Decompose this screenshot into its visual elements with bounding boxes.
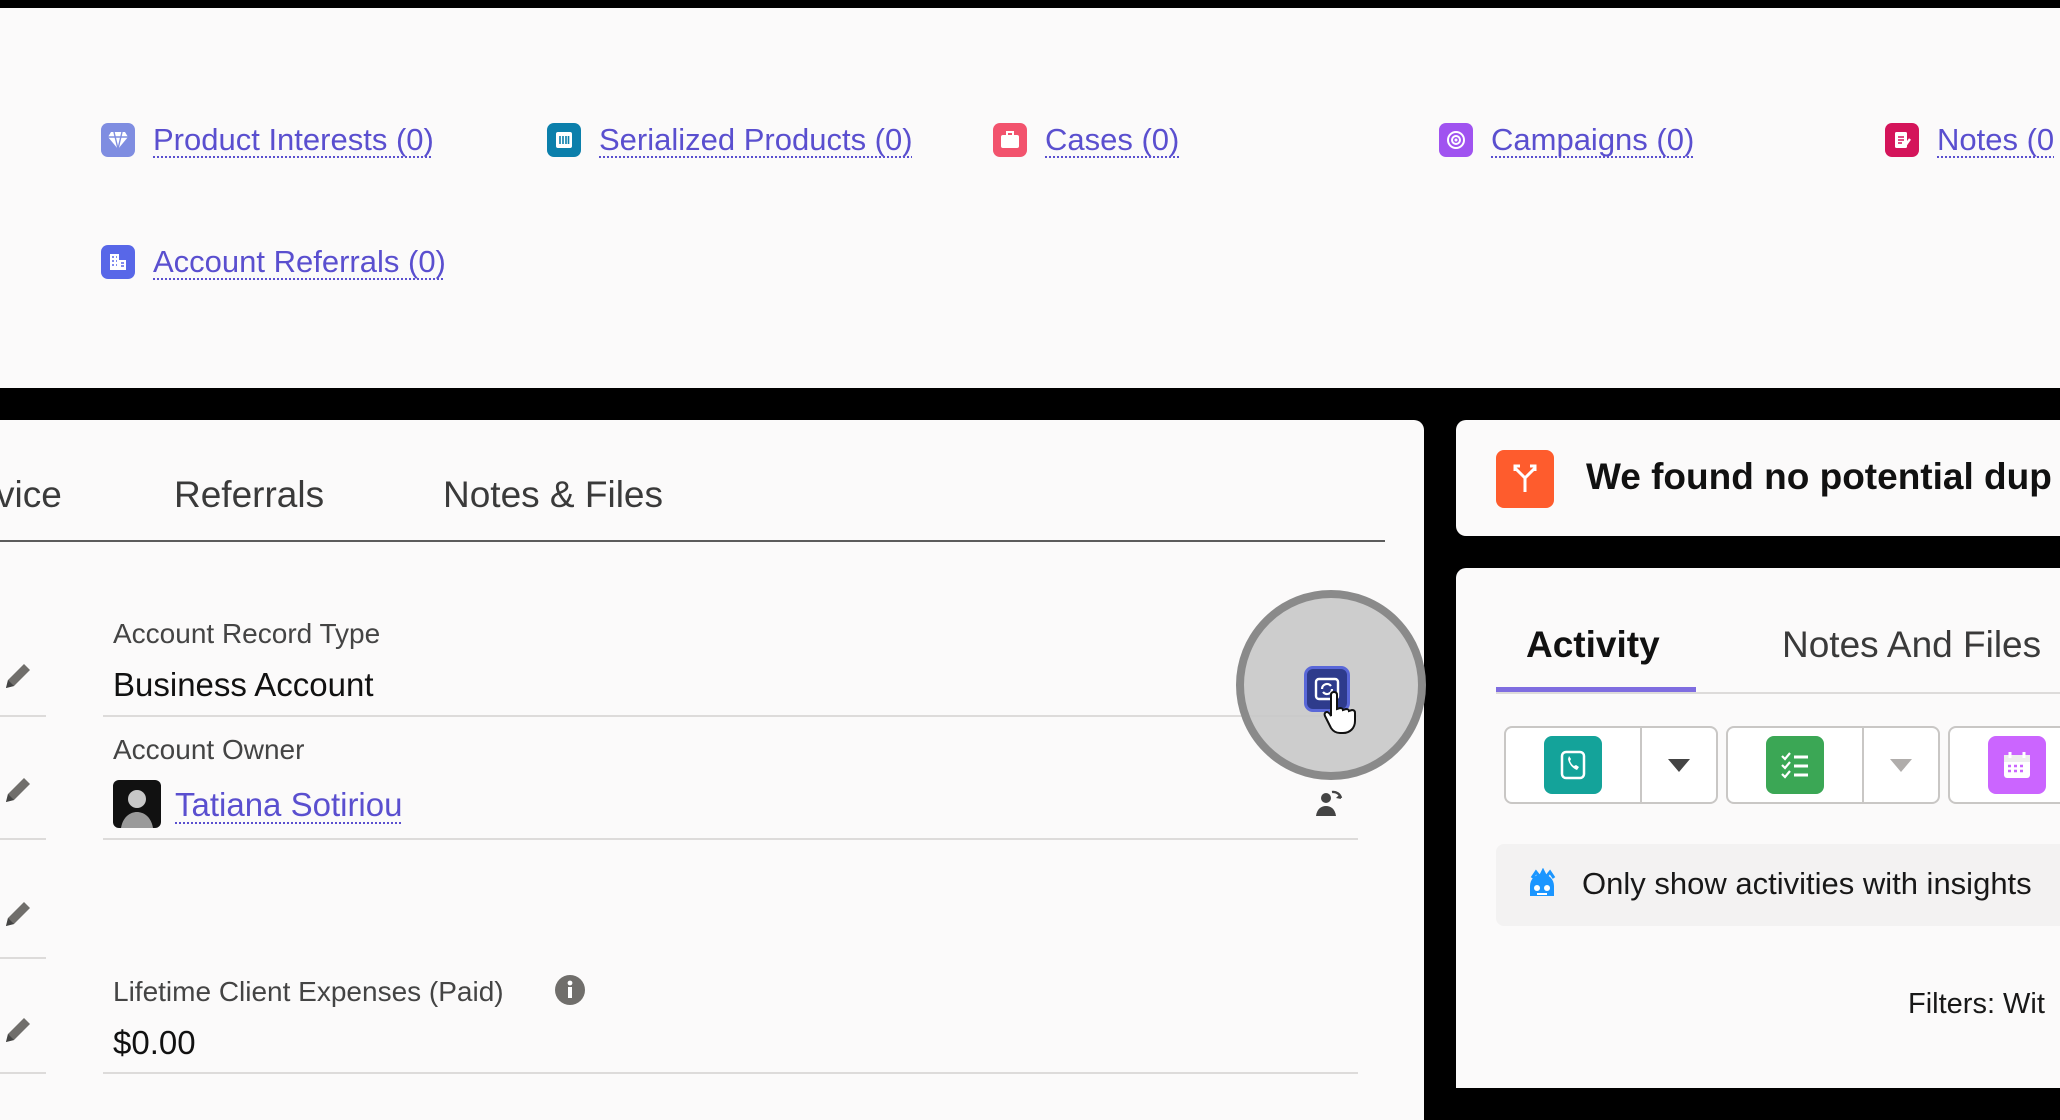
insights-filter-bar[interactable]: Only show activities with insights (1496, 844, 2060, 926)
calendar-icon (1988, 736, 2046, 794)
related-lists-card: Product Interests (0) Serialized Product… (0, 8, 2060, 388)
task-list-icon (1766, 736, 1824, 794)
related-link-label[interactable]: Campaigns (0) (1491, 122, 1694, 158)
einstein-icon (1530, 868, 1556, 896)
tab-notes-and-files[interactable]: Notes And Files (1782, 624, 2041, 666)
barcode-icon (547, 123, 581, 157)
field-divider (103, 715, 1358, 717)
merge-icon (1496, 450, 1554, 508)
pencil-icon[interactable] (0, 774, 34, 808)
edit-divider (0, 1072, 46, 1074)
change-owner-icon[interactable] (1312, 786, 1346, 820)
related-link-notes[interactable]: Notes (0 (1885, 122, 2054, 158)
account-details-card: vice Referrals Notes & Files Account Rec… (0, 420, 1424, 1120)
note-icon (1885, 123, 1919, 157)
tab-divider (0, 540, 1385, 542)
building-icon (101, 245, 135, 279)
duplicate-message: We found no potential dup (1586, 456, 2052, 497)
diamond-icon (101, 123, 135, 157)
tab-notes-files[interactable]: Notes & Files (443, 474, 663, 516)
related-link-label[interactable]: Serialized Products (0) (599, 122, 913, 158)
briefcase-icon (993, 123, 1027, 157)
pencil-icon[interactable] (0, 660, 34, 694)
log-call-button[interactable] (1506, 728, 1642, 802)
related-link-label[interactable]: Cases (0) (1045, 122, 1179, 158)
related-link-cases[interactable]: Cases (0) (993, 122, 1179, 158)
related-link-product-interests[interactable]: Product Interests (0) (101, 122, 434, 158)
log-call-dropdown[interactable] (1642, 728, 1716, 802)
tab-service[interactable]: vice (0, 474, 62, 516)
pencil-icon[interactable] (0, 1014, 34, 1048)
owner-label: Account Owner (113, 734, 305, 765)
edit-divider (0, 957, 46, 959)
new-task-button-group (1726, 726, 1940, 804)
related-link-campaigns[interactable]: Campaigns (0) (1439, 122, 1694, 158)
log-call-button-group (1504, 726, 1718, 804)
related-link-label[interactable]: Account Referrals (0) (153, 244, 446, 280)
pencil-icon[interactable] (0, 898, 34, 932)
activity-card: Activity Notes And Files Only show activ… (1456, 568, 2060, 1088)
phone-icon (1544, 736, 1602, 794)
expenses-label: Lifetime Client Expenses (Paid) (113, 976, 504, 1007)
chevron-down-icon (1668, 759, 1690, 772)
new-event-button-group (1948, 726, 2060, 804)
related-link-label[interactable]: Notes (0 (1937, 122, 2054, 158)
related-link-account-referrals[interactable]: Account Referrals (0) (101, 244, 446, 280)
record-type-value: Business Account (113, 666, 374, 703)
filters-label[interactable]: Filters: Wit (1908, 988, 2045, 1021)
chevron-down-icon (1890, 759, 1912, 772)
field-divider (103, 838, 1358, 840)
record-type-label: Account Record Type (113, 618, 381, 649)
tab-divider (1496, 692, 2060, 694)
related-link-serialized-products[interactable]: Serialized Products (0) (547, 122, 913, 158)
new-task-button[interactable] (1728, 728, 1864, 802)
expenses-value: $0.00 (113, 1024, 196, 1061)
hand-cursor-icon (1323, 690, 1356, 734)
edit-divider (0, 715, 46, 717)
tab-referrals[interactable]: Referrals (174, 474, 324, 516)
owner-link[interactable]: Tatiana Sotiriou (175, 786, 402, 824)
duplicate-check-card: We found no potential dup (1456, 420, 2060, 536)
target-icon (1439, 123, 1473, 157)
info-icon[interactable] (554, 974, 586, 1006)
new-task-dropdown[interactable] (1864, 728, 1938, 802)
avatar (113, 780, 161, 828)
related-link-label[interactable]: Product Interests (0) (153, 122, 434, 158)
insights-label: Only show activities with insights (1582, 866, 2032, 901)
new-event-button[interactable] (1950, 728, 2060, 802)
edit-divider (0, 838, 46, 840)
tab-activity[interactable]: Activity (1526, 624, 1660, 666)
field-divider (103, 1072, 1358, 1074)
